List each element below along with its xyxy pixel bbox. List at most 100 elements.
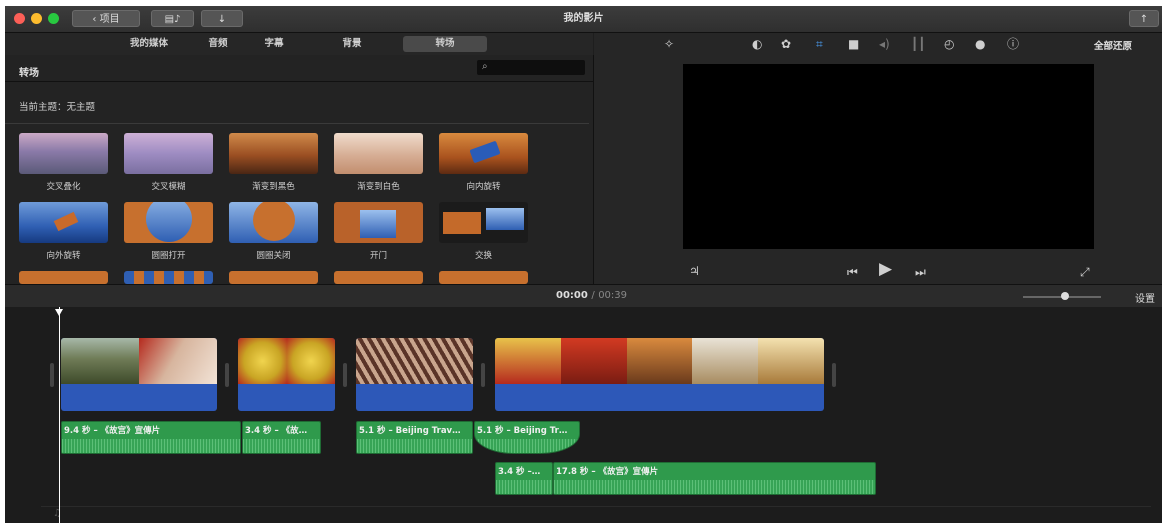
equalizer-icon[interactable]: ┃┃ [911,36,925,52]
fullscreen-icon[interactable]: ⤢ [1080,264,1090,280]
rotated-frame-shape [469,140,501,164]
audio-clip[interactable]: 5.1 秒 – Beijing Tr… [474,421,580,454]
section-title: 转场 [19,68,39,79]
music-track-area[interactable]: ♫ [41,506,1151,523]
share-button[interactable]: ↑ [1129,10,1159,27]
video-clip[interactable] [495,338,824,411]
clip-frame [61,338,139,384]
clip-frame [139,338,217,384]
search-icon: ⌕ [482,61,488,72]
audio-clip[interactable]: 3.4 秒 – 《故… [242,421,321,454]
tab-titles[interactable]: 字幕 [255,36,293,52]
info-icon[interactable]: ⓘ [1007,36,1019,52]
transition-thumbnail[interactable] [439,133,528,174]
clip-filmstrip [495,338,824,384]
color-balance-icon[interactable]: ◐ [752,36,762,52]
title-bar: ‹ 项目 ▤♪ ↓ 我的影片 ↑ [5,6,1162,33]
circle-shape [146,202,192,242]
skip-back-icon[interactable]: ⏮ [847,264,858,280]
audio-clip[interactable]: 17.8 秒 – 《故宫》宣傳片 [553,462,876,495]
transition-thumbnail[interactable] [334,133,423,174]
clip-edge-handle[interactable] [832,363,836,387]
clip-frame [238,338,287,384]
transition-thumbnail[interactable] [124,133,213,174]
clip-frame [626,338,693,384]
magic-wand-icon[interactable]: ✧ [664,36,674,52]
timeline[interactable]: 9.4 秒 – 《故宫》宣傳片 3.4 秒 – 《故… 5.1 秒 – Beij… [5,307,1162,523]
tab-backgrounds[interactable]: 背景 [333,36,371,52]
tab-transitions[interactable]: 转场 [403,36,487,52]
divider [5,81,593,82]
clip-filmstrip [61,338,217,384]
settings-button[interactable]: 设置 [1135,290,1155,305]
music-note-icon: ♫ [53,508,62,519]
color-palette-icon[interactable]: ✿ [781,36,791,52]
clip-edge-handle[interactable] [50,363,54,387]
audio-clip-label: 5.1 秒 – Beijing Tr… [477,426,568,436]
transition-label: 开门 [369,251,387,261]
transition-label: 圆圈关闭 [256,251,291,261]
transition-thumbnail[interactable] [19,271,108,284]
transition-thumbnail[interactable] [334,202,423,243]
transition-label: 渐变到白色 [357,182,400,192]
play-icon[interactable]: ▶ [879,261,892,278]
clip-frame [560,338,627,384]
share-icon: ↑ [1139,14,1149,25]
clip-frame [692,338,759,384]
app-window: ‹ 项目 ▤♪ ↓ 我的影片 ↑ 我的媒体 音频 字幕 背景 转场 转场 ⌕ 当… [5,6,1162,523]
audio-waveform [554,480,875,494]
clip-filmstrip [238,338,335,384]
video-preview[interactable] [683,64,1094,249]
audio-waveform [62,439,240,453]
skip-forward-icon[interactable]: ⏭ [915,264,926,280]
microphone-icon[interactable]: ♃ [689,263,700,279]
filter-icon[interactable]: ● [975,36,985,52]
zoom-slider-knob[interactable] [1061,292,1069,300]
volume-icon[interactable]: ◂) [879,36,890,52]
transition-thumbnail[interactable] [334,271,423,284]
crop-icon[interactable]: ⌗ [816,36,823,52]
audio-clip-label: 3.4 秒 –… [498,467,541,477]
audio-waveform [475,439,579,453]
reset-all-button[interactable]: 全部还原 [1094,38,1132,52]
transition-thumbnail[interactable] [19,202,108,243]
audio-clip-label: 9.4 秒 – 《故宫》宣傳片 [64,426,161,436]
audio-clip[interactable]: 9.4 秒 – 《故宫》宣傳片 [61,421,241,454]
audio-clip-label: 17.8 秒 – 《故宫》宣傳片 [556,467,659,477]
transition-label: 向外旋转 [46,251,81,261]
transition-thumbnail[interactable] [229,133,318,174]
clip-edge-handle[interactable] [225,363,229,387]
clip-frame [356,338,473,384]
tab-my-media[interactable]: 我的媒体 [121,36,177,52]
speed-gauge-icon[interactable]: ◴ [944,36,954,52]
clip-edge-handle[interactable] [481,363,485,387]
search-field[interactable]: ⌕ [477,60,585,75]
transition-thumbnail[interactable] [124,271,213,284]
transition-thumbnail[interactable] [124,202,213,243]
audio-clip[interactable]: 5.1 秒 – Beijing Trav… [356,421,473,454]
tab-audio[interactable]: 音频 [199,36,237,52]
zoom-slider[interactable] [1023,292,1101,300]
transition-label: 交叉模糊 [151,182,186,192]
circle-shape [253,202,295,241]
transition-thumbnail[interactable] [19,133,108,174]
stabilization-camera-icon[interactable]: ■ [848,36,859,52]
transition-label: 交换 [474,251,492,261]
transition-thumbnail[interactable] [229,271,318,284]
time-separator: / [591,290,595,301]
video-clip[interactable] [61,338,217,411]
transition-thumbnail[interactable] [439,271,528,284]
door-opening-shape [360,210,396,238]
clip-frame [286,338,335,384]
viewer-panel: ✧ ◐ ✿ ⌗ ■ ◂) ┃┃ ◴ ● ⓘ 全部还原 ♃ ⏮ ▶ ⏭ ⤢ [594,33,1162,284]
playhead[interactable] [55,307,63,523]
playhead-marker[interactable] [55,309,63,316]
audio-clip[interactable]: 3.4 秒 –… [495,462,553,495]
window-title: 我的影片 [563,13,604,24]
transition-thumbnail[interactable] [229,202,318,243]
video-clip[interactable] [356,338,473,411]
clip-edge-handle[interactable] [343,363,347,387]
transition-thumbnail[interactable] [439,202,528,243]
audio-waveform [357,439,472,453]
video-clip[interactable] [238,338,335,411]
